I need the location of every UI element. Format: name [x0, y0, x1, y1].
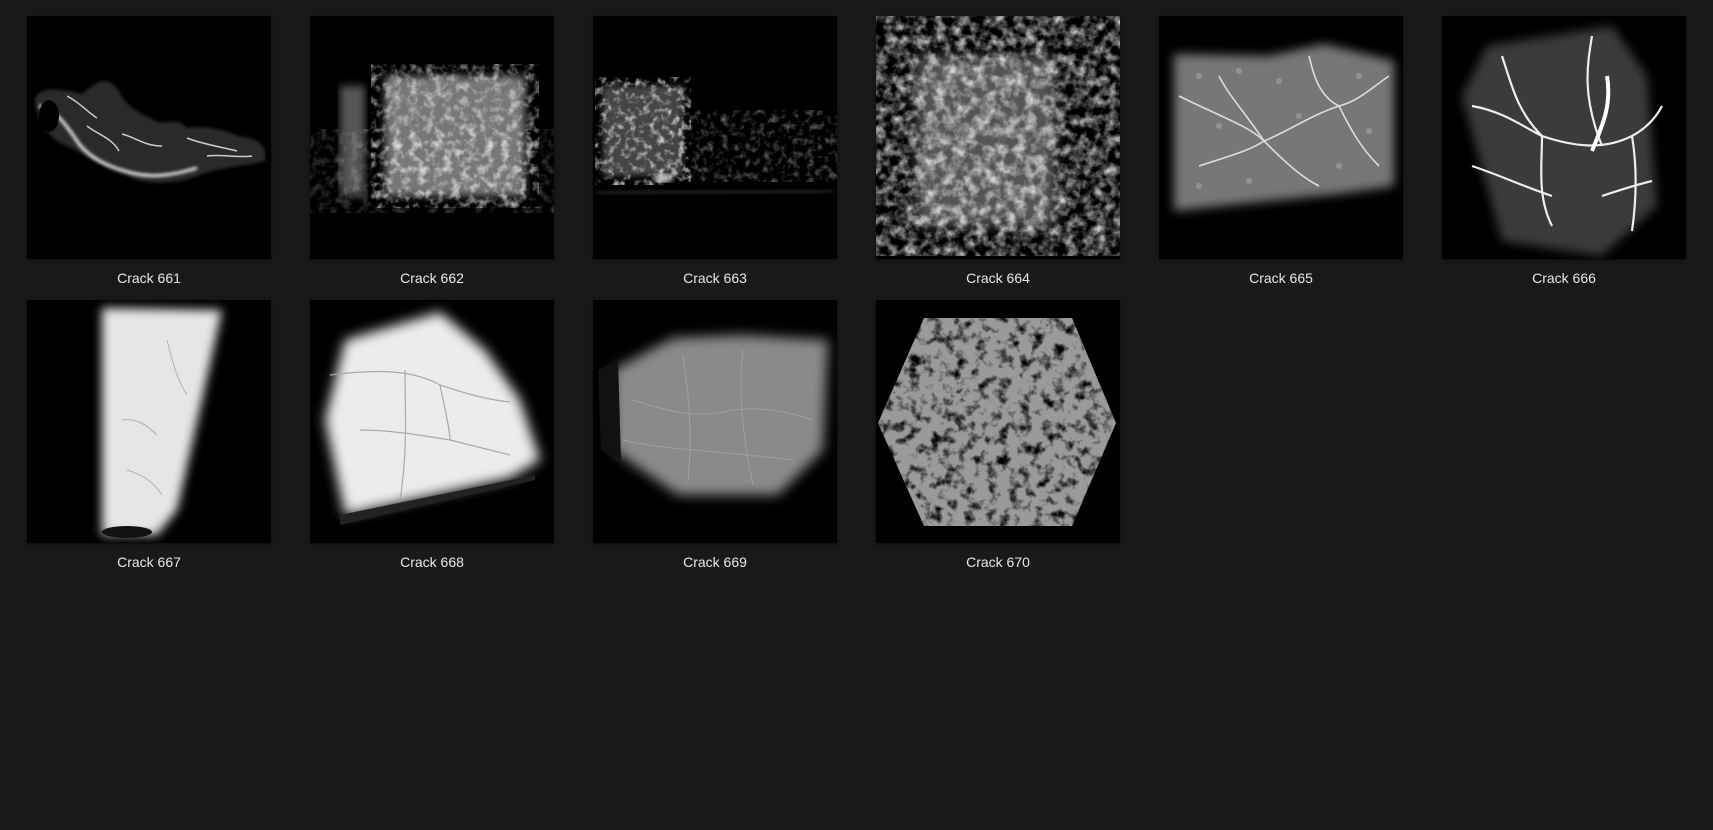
crack-670-thumbnail-image	[876, 300, 1120, 543]
thumbnail-tile[interactable]: Crack 664	[876, 16, 1120, 287]
crack-669-thumbnail-image	[593, 300, 837, 543]
crack-664-thumbnail-image	[876, 16, 1120, 259]
thumbnail-caption: Crack 662	[400, 270, 464, 286]
thumbnail-tile[interactable]: Crack 667	[27, 300, 271, 571]
crack-666-thumbnail-image	[1442, 16, 1686, 259]
thumbnail-tile[interactable]: Crack 663	[593, 16, 837, 287]
thumbnail-tile[interactable]: Crack 661	[27, 16, 271, 287]
thumbnail-tile[interactable]: Crack 668	[310, 300, 554, 571]
thumbnail-tile[interactable]: Crack 666	[1442, 16, 1686, 287]
thumbnail-caption: Crack 664	[966, 270, 1030, 286]
thumbnail-caption: Crack 670	[966, 554, 1030, 570]
thumbnail-caption: Crack 661	[117, 270, 181, 286]
thumbnail-caption: Crack 669	[683, 554, 747, 570]
thumbnail-grid: Crack 661 Crack 662 Crack 663 Crack 664 …	[27, 16, 1686, 571]
thumbnail-caption: Crack 668	[400, 554, 464, 570]
thumbnail-caption: Crack 665	[1249, 270, 1313, 286]
thumbnail-tile[interactable]: Crack 669	[593, 300, 837, 571]
thumbnail-tile[interactable]: Crack 670	[876, 300, 1120, 571]
thumbnail-caption: Crack 666	[1532, 270, 1596, 286]
thumbnail-caption: Crack 667	[117, 554, 181, 570]
crack-667-thumbnail-image	[27, 300, 271, 543]
crack-662-thumbnail-image	[310, 16, 554, 259]
thumbnail-tile[interactable]: Crack 662	[310, 16, 554, 287]
crack-661-thumbnail-image	[27, 16, 271, 259]
crack-663-thumbnail-image	[593, 16, 837, 259]
crack-668-thumbnail-image	[310, 300, 554, 543]
crack-665-thumbnail-image	[1159, 16, 1403, 259]
thumbnail-tile[interactable]: Crack 665	[1159, 16, 1403, 287]
thumbnail-caption: Crack 663	[683, 270, 747, 286]
